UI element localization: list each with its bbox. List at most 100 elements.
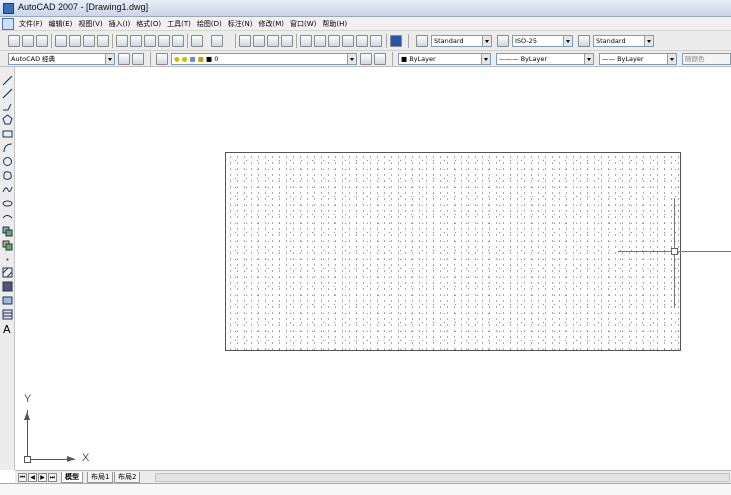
chevron-down-icon[interactable] [667,54,676,64]
horizontal-scrollbar[interactable] [155,473,730,482]
lineweight-select[interactable]: —— ByLayer [599,53,677,65]
circle-icon[interactable] [2,156,13,167]
drawing-area[interactable]: Y X [15,67,731,470]
make-current-layer-icon[interactable] [360,53,372,65]
qnew-icon[interactable] [8,35,20,47]
ucs-y-label: Y [24,393,32,405]
sun-icon[interactable]: ● [182,55,188,63]
polygon-icon[interactable] [2,114,13,125]
table-style-select[interactable]: Standard [593,35,654,47]
polyline-icon[interactable] [2,101,13,112]
properties-icon[interactable] [300,35,312,47]
make-block-icon[interactable] [2,240,13,251]
block-editor-icon[interactable] [172,35,184,47]
chevron-down-icon[interactable] [644,36,653,46]
tab-layout2[interactable]: 布局2 [114,472,141,483]
chevron-down-icon[interactable] [584,54,593,64]
chevron-down-icon[interactable] [563,36,572,46]
tab-model[interactable]: 模型 [61,472,83,483]
multiline-text-icon[interactable]: A [2,323,13,334]
hatch-icon[interactable] [2,267,13,278]
pan-icon[interactable] [239,35,251,47]
open-icon[interactable] [22,35,34,47]
first-tab-button[interactable]: ⏮ [18,473,27,482]
color-swatch-icon: ■ [401,55,408,63]
plotstyle-select[interactable]: 随颜色 [682,53,731,65]
table-style-icon[interactable] [578,35,590,47]
lightbulb-icon[interactable]: ● [174,55,180,63]
arc-icon[interactable] [2,142,13,153]
match-properties-icon[interactable] [158,35,170,47]
undo-icon[interactable] [191,35,203,47]
construction-line-icon[interactable] [2,88,13,99]
markup-icon[interactable] [356,35,368,47]
line-icon[interactable] [2,75,13,86]
menu-tools[interactable]: 工具(T) [164,19,194,29]
linetype-select[interactable]: ——— ByLayer [496,53,594,65]
revision-cloud-icon[interactable] [2,170,13,181]
region-icon[interactable] [2,295,13,306]
design-center-icon[interactable] [314,35,326,47]
table-icon[interactable] [2,309,13,320]
layer-previous-icon[interactable] [374,53,386,65]
color-select[interactable]: ■ ByLayer [398,53,491,65]
menu-edit[interactable]: 编辑(E) [46,19,76,29]
viewport-freeze-icon[interactable]: ■ [190,55,196,63]
cut-icon[interactable] [116,35,128,47]
publish-icon[interactable] [83,35,95,47]
plot-icon[interactable] [55,35,67,47]
chevron-down-icon[interactable] [347,54,356,64]
menu-file[interactable]: 文件(F) [16,19,46,29]
lock-icon[interactable]: ■ [198,55,204,63]
gradient-icon[interactable] [2,281,13,292]
rectangle-icon[interactable] [2,128,13,139]
tool-palettes-icon[interactable] [328,35,340,47]
ellipse-icon[interactable] [2,198,13,209]
paste-icon[interactable] [144,35,156,47]
plot-preview-icon[interactable] [69,35,81,47]
insert-block-icon[interactable] [2,226,13,237]
zoom-previous-icon[interactable] [281,35,293,47]
chevron-down-icon[interactable] [482,36,491,46]
ellipse-arc-icon[interactable] [2,212,13,223]
menu-modify[interactable]: 修改(M) [255,19,287,29]
next-tab-button[interactable]: ▶ [38,473,47,482]
command-line[interactable] [0,483,731,495]
menu-format[interactable]: 格式(O) [133,19,164,29]
zoom-window-icon[interactable] [267,35,279,47]
document-icon[interactable] [2,18,14,30]
tab-layout1[interactable]: 布局1 [87,472,114,483]
menu-draw[interactable]: 绘图(D) [194,19,225,29]
menu-window[interactable]: 窗口(W) [287,19,319,29]
separator [296,34,297,48]
chevron-down-icon[interactable] [481,54,490,64]
workspace-settings-icon[interactable] [118,53,130,65]
layer-select[interactable]: ● ● ■ ■ ■ 0 [171,53,357,65]
help-icon[interactable] [390,35,402,47]
redo-icon[interactable] [211,35,223,47]
zoom-realtime-icon[interactable] [253,35,265,47]
menu-help[interactable]: 帮助(H) [319,19,350,29]
chevron-down-icon[interactable] [105,54,114,64]
my-workspace-icon[interactable] [132,53,144,65]
text-style-select[interactable]: Standard [431,35,492,47]
calculator-icon[interactable] [370,35,382,47]
dim-style-icon[interactable] [497,35,509,47]
menu-dimension[interactable]: 标注(N) [225,19,256,29]
spline-icon[interactable] [2,184,13,195]
point-icon[interactable] [2,254,13,265]
workspace-select[interactable]: AutoCAD 经典 [8,53,115,65]
standard-toolbar: Standard ISO-25 Standard [0,31,731,51]
dim-style-select[interactable]: ISO-25 [512,35,573,47]
layer-manager-icon[interactable] [156,53,168,65]
menu-view[interactable]: 视图(V) [75,19,105,29]
copy-icon[interactable] [130,35,142,47]
sheet-set-icon[interactable] [342,35,354,47]
3d-dwf-icon[interactable] [97,35,109,47]
menu-insert[interactable]: 插入(I) [106,19,134,29]
save-icon[interactable] [36,35,48,47]
last-tab-button[interactable]: ⏭ [48,473,57,482]
hatched-rectangle[interactable] [225,152,681,351]
text-style-icon[interactable] [416,35,428,47]
prev-tab-button[interactable]: ◀ [28,473,37,482]
